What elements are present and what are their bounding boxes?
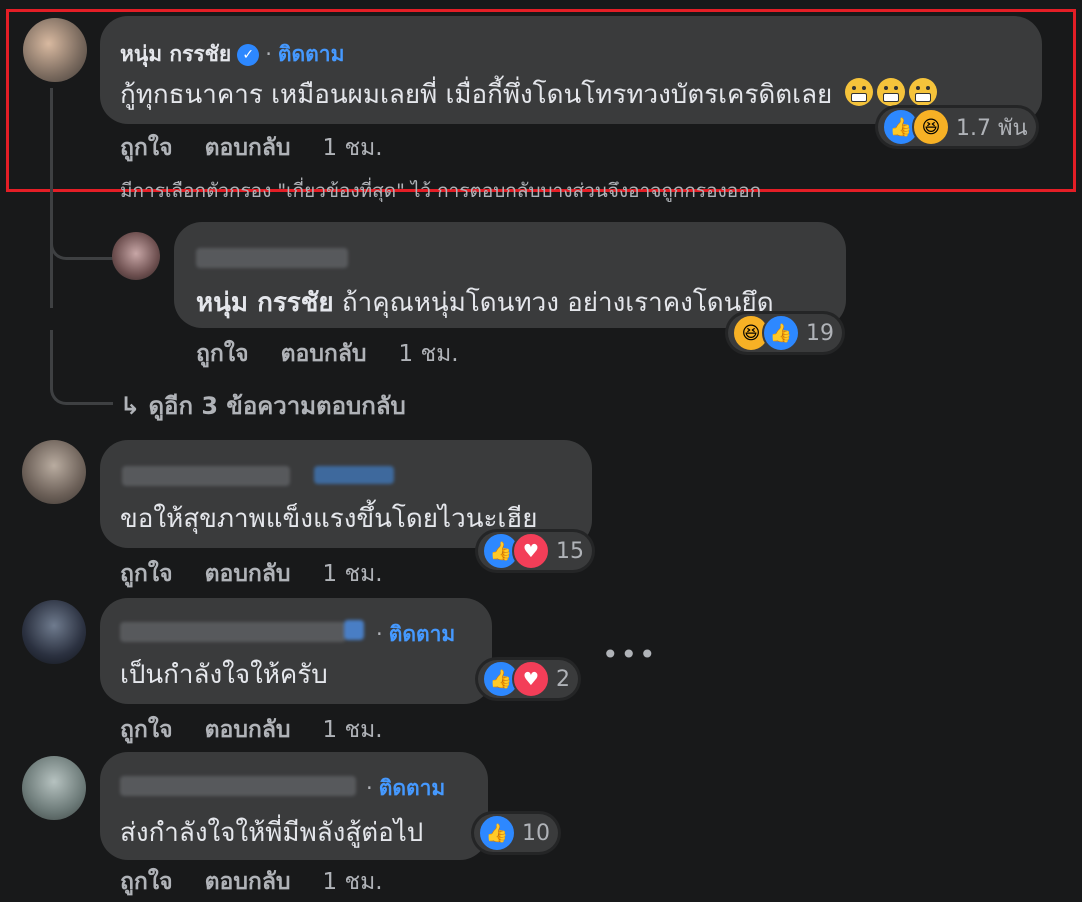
reply-button[interactable]: ตอบกลับ	[205, 135, 291, 161]
view-more-replies[interactable]: ↳ ดูอีก 3 ข้อความตอบกลับ	[120, 386, 406, 425]
comment-actions: ถูกใจ ตอบกลับ 1 ชม.	[120, 130, 415, 166]
avatar[interactable]	[22, 756, 86, 820]
reply-button[interactable]: ตอบกลับ	[205, 717, 291, 743]
timestamp[interactable]: 1 ชม.	[323, 561, 383, 587]
blurred-badge	[344, 620, 364, 640]
thread-connector	[50, 220, 113, 260]
like-icon: 👍	[762, 314, 800, 352]
reply-button[interactable]: ตอบกลับ	[205, 561, 291, 587]
love-icon: ♥	[512, 532, 550, 570]
reaction-count: 2	[556, 666, 570, 692]
follow-button[interactable]: ติดตาม	[379, 776, 446, 800]
grimacing-emoji-icon	[908, 78, 937, 106]
reaction-count: 15	[556, 538, 584, 564]
reaction-summary[interactable]: 👍 😆 1.7 พัน	[878, 108, 1036, 146]
reaction-summary[interactable]: 👍 ♥ 2	[478, 660, 578, 698]
like-button[interactable]: ถูกใจ	[120, 869, 173, 895]
blurred-author-name	[196, 248, 348, 268]
follow-button[interactable]: ติดตาม	[389, 622, 456, 646]
blurred-follow-label	[314, 466, 394, 484]
comment-body: กู้ทุกธนาคาร เหมือนผมเลยพี่ เมื่อกี้พึ่ง…	[120, 80, 833, 110]
reply-actions: ถูกใจ ตอบกลับ 1 ชม.	[196, 336, 491, 372]
comment-text: กู้ทุกธนาคาร เหมือนผมเลยพี่ เมื่อกี้พึ่ง…	[120, 74, 937, 115]
like-button[interactable]: ถูกใจ	[196, 341, 249, 367]
comment-author[interactable]: หนุ่ม กรรชัย ✓ · ติดตาม	[120, 38, 344, 71]
separator-dot: ·	[376, 622, 383, 646]
timestamp[interactable]: 1 ชม.	[323, 869, 383, 895]
timestamp[interactable]: 1 ชม.	[323, 135, 383, 161]
comment-author-meta: · ติดตาม	[370, 618, 455, 651]
avatar[interactable]	[112, 232, 160, 280]
comment-author-meta: · ติดตาม	[360, 772, 445, 805]
like-button[interactable]: ถูกใจ	[120, 135, 173, 161]
reply-body: ถ้าคุณหนุ่มโดนทวง อย่างเราคงโดนยึด	[333, 288, 774, 318]
follow-button[interactable]: ติดตาม	[278, 42, 345, 66]
comment-text: เป็นกำลังใจให้ครับ	[120, 660, 328, 690]
comment-actions: ถูกใจ ตอบกลับ 1 ชม.	[120, 864, 415, 900]
comment-actions: ถูกใจ ตอบกลับ 1 ชม.	[120, 556, 415, 592]
like-icon: 👍	[478, 814, 516, 852]
like-button[interactable]: ถูกใจ	[120, 717, 173, 743]
filter-note: มีการเลือกตัวกรอง "เกี่ยวข้องที่สุด" ไว้…	[120, 180, 762, 202]
avatar[interactable]	[23, 18, 87, 82]
like-button[interactable]: ถูกใจ	[120, 561, 173, 587]
reaction-count: 10	[522, 820, 550, 846]
author-name[interactable]: หนุ่ม กรรชัย	[120, 42, 231, 66]
avatar[interactable]	[22, 440, 86, 504]
reaction-count: 1.7 พัน	[956, 115, 1028, 141]
thread-line	[50, 88, 53, 308]
blurred-author-name	[120, 622, 346, 642]
avatar[interactable]	[22, 600, 86, 664]
comment-text: ส่งกำลังใจให้พี่มีพลังสู้ต่อไป	[120, 818, 424, 848]
reaction-summary[interactable]: 👍 ♥ 15	[478, 532, 592, 570]
grimacing-emoji-icon	[876, 78, 905, 106]
separator-dot: ·	[265, 42, 272, 66]
haha-icon: 😆	[912, 108, 950, 146]
timestamp[interactable]: 1 ชม.	[399, 341, 459, 367]
reply-button[interactable]: ตอบกลับ	[205, 869, 291, 895]
verified-badge-icon: ✓	[237, 44, 260, 66]
reaction-count: 19	[806, 320, 834, 346]
reply-button[interactable]: ตอบกลับ	[281, 341, 367, 367]
thread-connector	[50, 330, 113, 405]
comment-actions: ถูกใจ ตอบกลับ 1 ชม.	[120, 712, 415, 748]
mention-link[interactable]: หนุ่ม กรรชัย	[196, 288, 334, 318]
reaction-summary[interactable]: 👍 10	[474, 814, 558, 852]
blurred-author-name	[122, 466, 290, 486]
grimacing-emoji-icon	[844, 78, 873, 106]
blurred-author-name	[120, 776, 356, 796]
reaction-summary[interactable]: 😆 👍 19	[728, 314, 842, 352]
more-options-icon[interactable]: •••	[602, 638, 658, 671]
love-icon: ♥	[512, 660, 550, 698]
timestamp[interactable]: 1 ชม.	[323, 717, 383, 743]
reply-text: หนุ่ม กรรชัย ถ้าคุณหนุ่มโดนทวง อย่างเราค…	[196, 282, 774, 323]
separator-dot: ·	[366, 776, 373, 800]
comment-text: ขอให้สุขภาพแข็งแรงขึ้นโดยไวนะเฮีย	[120, 504, 538, 534]
